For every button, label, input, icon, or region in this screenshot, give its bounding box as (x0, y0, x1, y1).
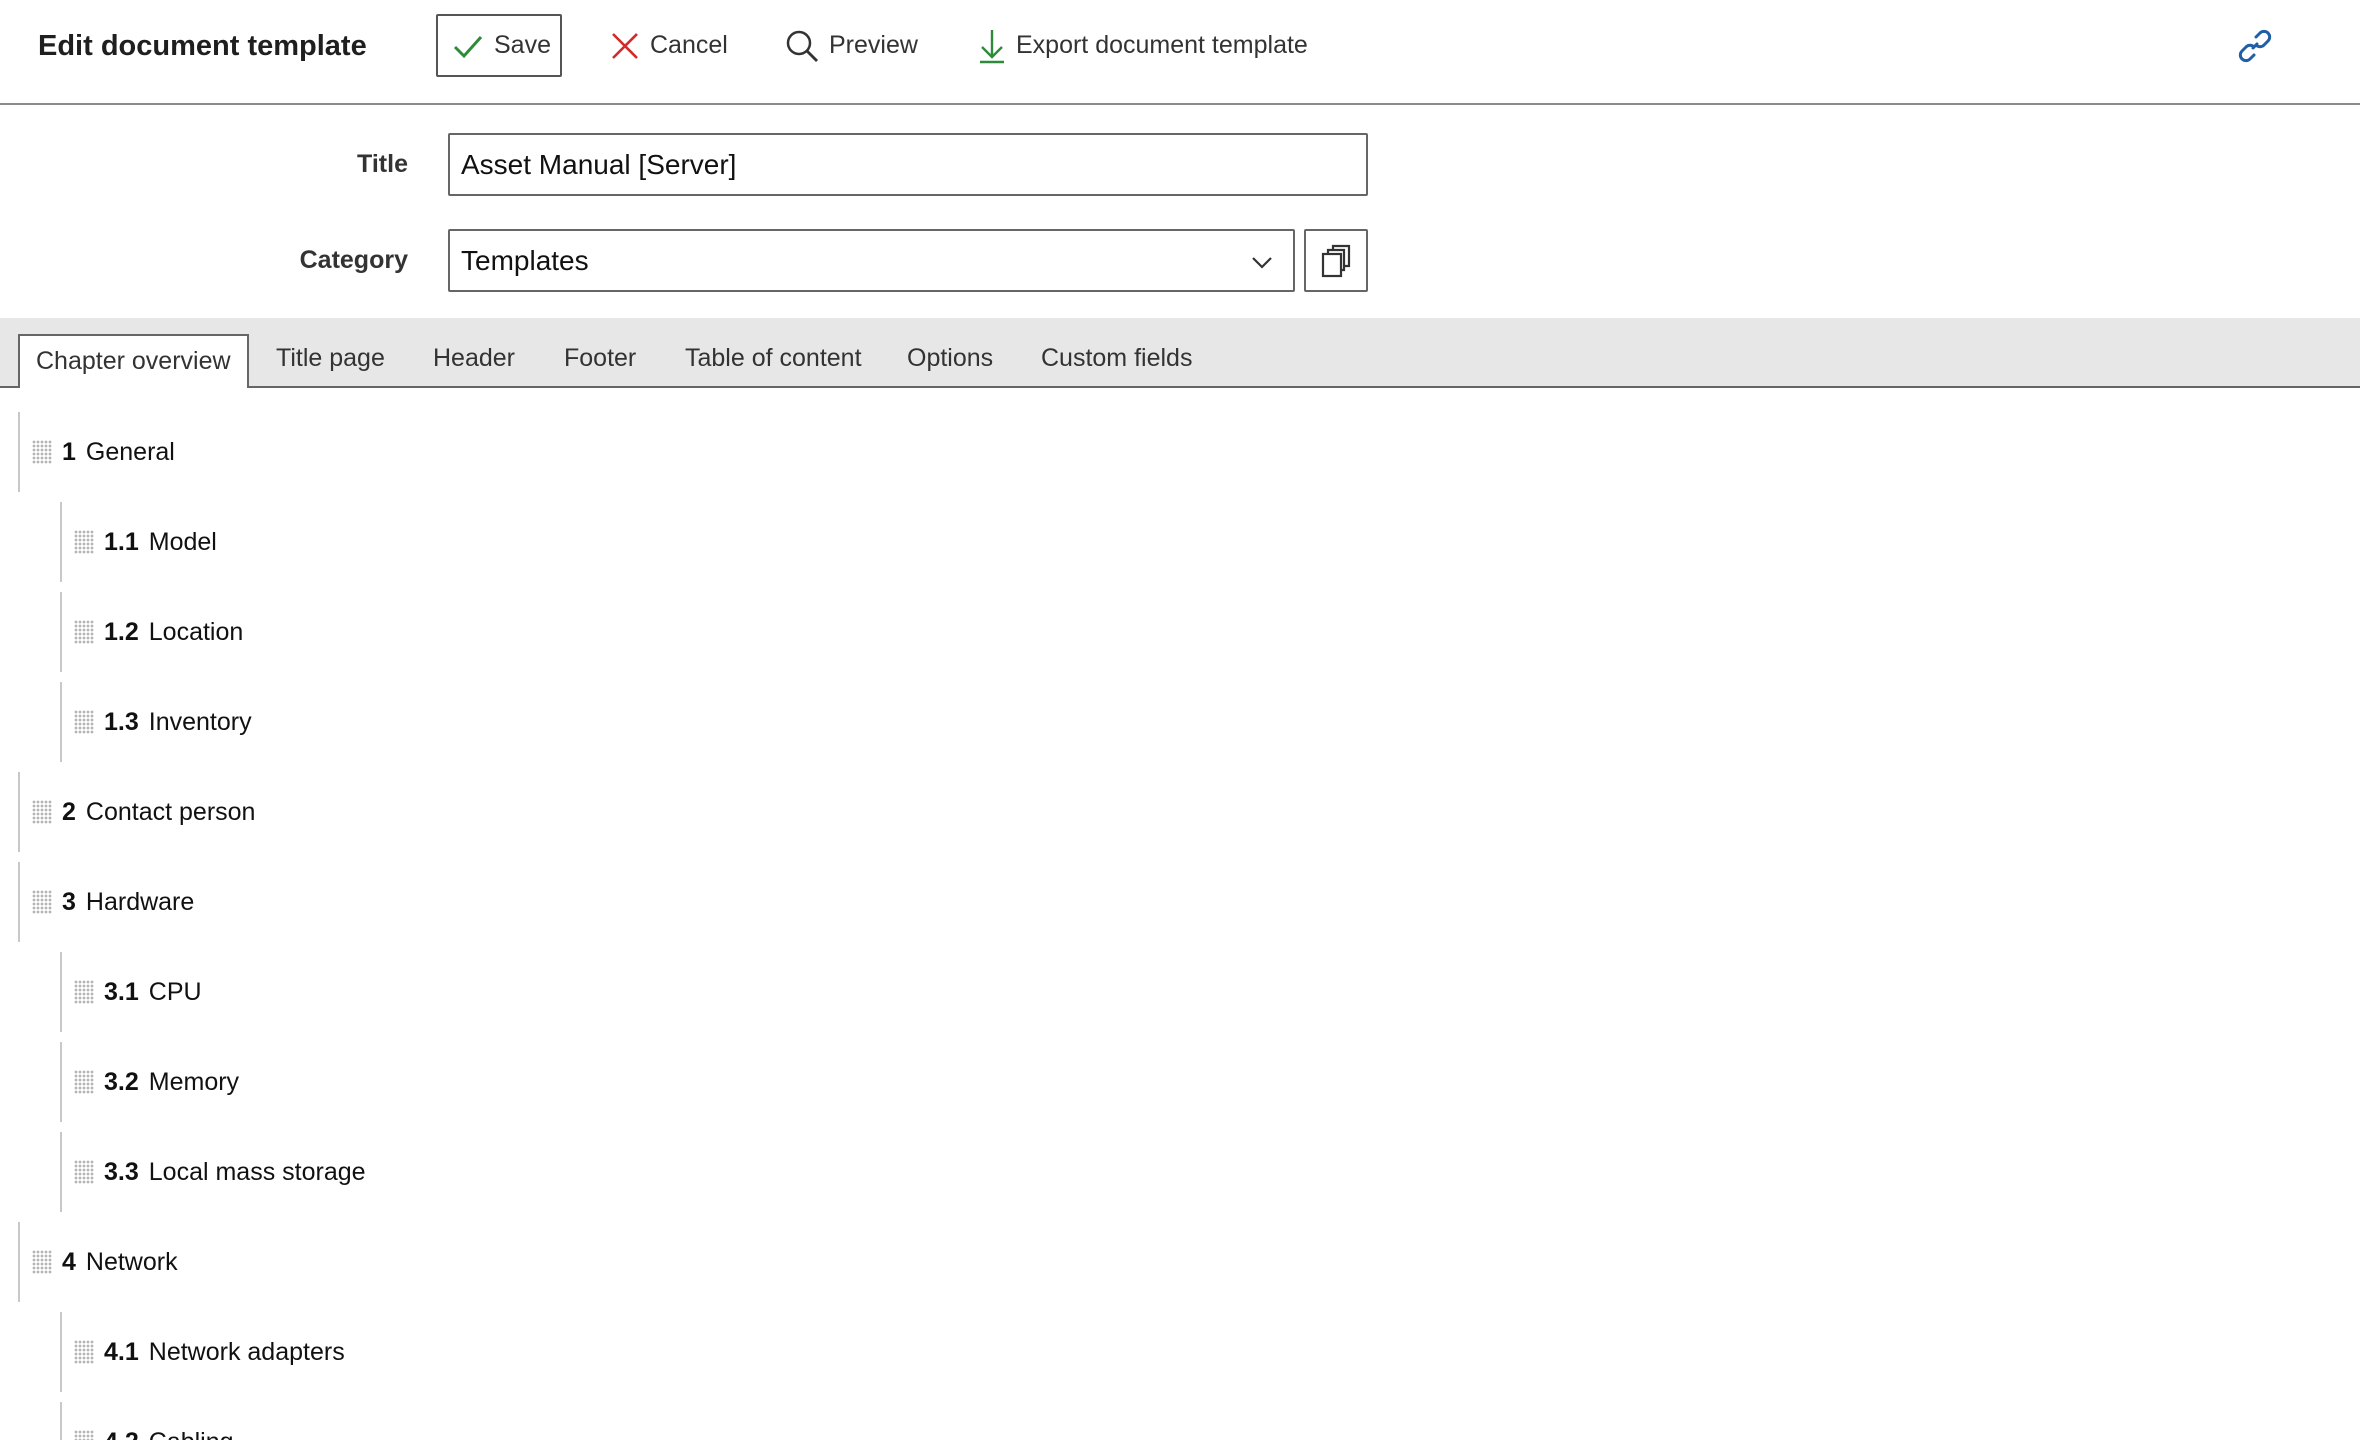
copy-icon (1321, 244, 1351, 277)
chapter-number: 4.2 (104, 1428, 139, 1440)
chapter-number: 1.3 (104, 707, 139, 736)
tab-footer[interactable]: Footer (564, 344, 636, 373)
link-button[interactable] (2235, 24, 2275, 68)
chapter-item[interactable]: 3.2 Memory (60, 1042, 239, 1122)
chapter-number: 4 (62, 1247, 76, 1276)
chapter-item[interactable]: 3.1 CPU (60, 952, 202, 1032)
chapter-number: 3 (62, 887, 76, 916)
category-select-value: Templates (461, 244, 589, 276)
chapter-item[interactable]: 1 General (18, 412, 175, 492)
chapter-label: Hardware (85, 887, 195, 916)
drag-handle-icon[interactable] (74, 530, 94, 554)
chapter-item[interactable]: 2 Contact person (18, 772, 255, 852)
chapter-number: 2 (62, 797, 76, 826)
chapter-number: 4.1 (104, 1337, 139, 1366)
drag-handle-icon[interactable] (74, 1430, 94, 1440)
chapter-item[interactable]: 4 Network (18, 1222, 178, 1302)
tab-options[interactable]: Options (907, 344, 993, 373)
chapter-label: Inventory (148, 707, 252, 736)
cancel-button-label: Cancel (650, 31, 728, 59)
download-arrow-icon (980, 29, 1004, 63)
title-input[interactable] (448, 133, 1368, 196)
save-button-label: Save (494, 31, 551, 59)
chapter-item[interactable]: 1.3 Inventory (60, 682, 252, 762)
chapter-number: 1.1 (104, 527, 139, 556)
chapter-item[interactable]: 3.3 Local mass storage (60, 1132, 366, 1212)
chapter-number: 1.2 (104, 617, 139, 646)
toolbar: Edit document template Save Cancel Previ… (0, 0, 2360, 105)
chapter-label: Memory (148, 1067, 240, 1096)
chapter-item[interactable]: 4.1 Network adapters (60, 1312, 345, 1392)
drag-handle-icon[interactable] (32, 1250, 52, 1274)
drag-handle-icon[interactable] (74, 1160, 94, 1184)
chapter-item[interactable]: 1.2 Location (60, 592, 243, 672)
tab-custom-fields[interactable]: Custom fields (1041, 344, 1192, 373)
preview-button-label: Preview (829, 31, 918, 59)
x-icon (612, 32, 638, 59)
page-title: Edit document template (38, 30, 367, 62)
drag-handle-icon[interactable] (74, 710, 94, 734)
drag-handle-icon[interactable] (32, 890, 52, 914)
chapter-label: Location (148, 617, 244, 646)
chapter-number: 3.3 (104, 1157, 139, 1186)
tab-chapter-overview[interactable]: Chapter overview (18, 334, 249, 391)
drag-handle-icon[interactable] (74, 980, 94, 1004)
chapter-number: 3.1 (104, 977, 139, 1006)
chapter-item[interactable]: 3 Hardware (18, 862, 194, 942)
drag-handle-icon[interactable] (74, 1340, 94, 1364)
drag-handle-icon[interactable] (74, 620, 94, 644)
chapter-item[interactable]: 4.2 Cabling (60, 1402, 234, 1440)
chapter-label: Network adapters (148, 1337, 345, 1366)
tab-bar: Chapter overview Title page Header Foote… (0, 318, 2360, 391)
chapter-label: CPU (148, 977, 202, 1006)
chevron-down-icon (1252, 257, 1272, 269)
export-button-label: Export document template (1016, 31, 1308, 59)
title-label: Title (357, 150, 408, 178)
link-icon (2238, 29, 2272, 63)
copy-button[interactable] (1304, 229, 1368, 292)
export-document-template-button[interactable]: Export document template (978, 14, 1308, 77)
chapter-label: Network (85, 1247, 178, 1276)
category-label: Category (299, 246, 408, 274)
tab-title-page[interactable]: Title page (276, 344, 385, 373)
chapter-label: General (85, 437, 175, 466)
cancel-button[interactable]: Cancel (610, 14, 728, 77)
tab-table-of-content[interactable]: Table of content (685, 344, 862, 373)
drag-handle-icon[interactable] (32, 440, 52, 464)
drag-handle-icon[interactable] (74, 1070, 94, 1094)
chapter-number: 1 (62, 437, 76, 466)
chapter-number: 3.2 (104, 1067, 139, 1096)
chapter-label: Local mass storage (148, 1157, 366, 1186)
preview-button[interactable]: Preview (785, 14, 918, 77)
checkmark-icon (453, 35, 483, 58)
chapter-label: Model (148, 527, 217, 556)
chapter-tree: 1 General 1.1 Model 1.2 Location 1.3 Inv… (0, 390, 2360, 1440)
magnifier-icon (786, 30, 818, 62)
chapter-item[interactable]: 1.1 Model (60, 502, 217, 582)
tab-header[interactable]: Header (433, 344, 515, 373)
drag-handle-icon[interactable] (32, 800, 52, 824)
category-select[interactable]: Templates (448, 229, 1295, 292)
save-button[interactable]: Save (436, 14, 562, 77)
chapter-label: Cabling (149, 1428, 234, 1440)
chapter-label: Contact person (85, 797, 256, 826)
